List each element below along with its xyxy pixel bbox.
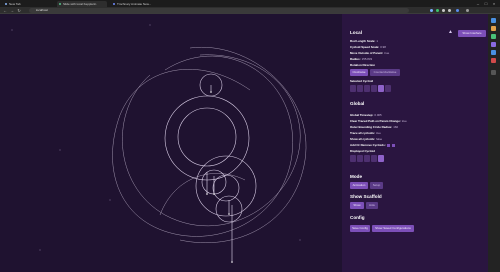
config-heading: Config — [350, 215, 365, 220]
global-heading: Global — [350, 101, 365, 106]
star-dot — [11, 29, 13, 31]
displayed-cycloid-label: Displayed Cycloid — [350, 149, 375, 153]
reload-icon[interactable]: ↻ — [16, 7, 22, 14]
profile-avatar[interactable] — [456, 9, 459, 12]
param-clear-traced-path: Clear Traced Path on Param Change:true — [350, 119, 407, 123]
sidebar-app-icon[interactable] — [491, 58, 496, 63]
counterclockwise-button[interactable]: Counterclockwise — [370, 69, 400, 76]
sidebar-app-icon[interactable] — [491, 42, 496, 47]
maximize-icon[interactable]: □ — [482, 0, 490, 7]
cycloid-select-1[interactable] — [350, 85, 356, 92]
cycloid-select-4[interactable] — [371, 85, 377, 92]
sidebar-app-icon[interactable] — [491, 26, 496, 31]
extension-icon[interactable] — [436, 9, 439, 12]
setup-mode-button[interactable]: Setup — [370, 182, 383, 189]
param-global-timestep: Global Timestep:0.005 — [350, 113, 382, 117]
save-config-button[interactable]: Save Config — [350, 225, 370, 232]
param-radius: Radius:155.833 — [350, 57, 373, 61]
displayed-cycloid-1[interactable] — [350, 155, 356, 162]
traced-path — [112, 55, 293, 237]
displayed-cycloid-3[interactable] — [364, 155, 370, 162]
pen-point — [231, 261, 233, 263]
clockwise-button[interactable]: Clockwise — [350, 69, 368, 76]
pen-point — [210, 91, 212, 93]
animation-mode-button[interactable]: Animation — [350, 182, 368, 189]
scaffold-circle — [212, 174, 240, 202]
extension-icon[interactable] — [442, 9, 445, 12]
hide-scaffold-button[interactable]: Hide — [366, 202, 378, 209]
menu-icon[interactable] — [466, 9, 469, 12]
cycloid-select-3[interactable] — [364, 85, 370, 92]
triangle-icon: ▲ — [448, 29, 453, 35]
show-saved-configs-button[interactable]: Show Saved Configurations — [372, 225, 414, 232]
add-icon[interactable] — [491, 70, 496, 75]
tab-label: Slide with local Kepplerin — [63, 2, 97, 6]
tab-favicon-icon — [5, 3, 7, 5]
param-rod-length: Rod Length Scale:1 — [350, 39, 378, 43]
star-dot — [299, 239, 301, 241]
cycloid-select-5[interactable] — [378, 85, 384, 92]
sidebar-app-icon[interactable] — [491, 50, 496, 55]
displayed-cycloid-4[interactable] — [371, 155, 377, 162]
local-heading: Local — [350, 30, 362, 35]
tab-favicon-icon — [59, 3, 61, 5]
cycloid-drawing — [11, 24, 307, 263]
extension-icon[interactable] — [448, 9, 451, 12]
param-move-outside: Move Outside of Parent:true — [350, 51, 390, 55]
param-cycloid-speed: Cycloid Speed Scale:0.98 — [350, 45, 386, 49]
browser-side-panel — [488, 14, 500, 272]
tab-favicon-icon — [113, 3, 115, 5]
star-dot — [39, 249, 41, 251]
minimize-icon[interactable]: – — [474, 0, 482, 7]
selected-cycloid-label: Selected Cycloid — [350, 79, 374, 83]
remove-cycloid-icon[interactable] — [392, 143, 396, 147]
star-dot — [149, 24, 151, 26]
param-show-all: Show all cycloids:false — [350, 137, 383, 141]
url-text: localhost — [36, 8, 48, 12]
show-interface-button[interactable]: Show Interface — [458, 30, 486, 37]
cycloid-canvas[interactable] — [0, 14, 342, 272]
param-rotation-direction: Rotation Direction — [350, 63, 376, 67]
add-cycloid-icon[interactable] — [387, 143, 391, 147]
scaffold-circle — [164, 95, 250, 181]
star-dot — [59, 149, 61, 151]
displayed-cycloid-5[interactable] — [378, 155, 384, 162]
extension-icon[interactable] — [430, 9, 433, 12]
close-window-icon[interactable]: × — [490, 0, 498, 7]
back-icon[interactable]: ← — [2, 7, 8, 14]
scaffold-circle — [195, 155, 257, 217]
cycloid-select-2[interactable] — [357, 85, 363, 92]
sidebar-app-icon[interactable] — [491, 34, 496, 39]
browser-toolbar: ← → ↻ localhost — [0, 7, 500, 14]
cycloid-select-6[interactable] — [385, 85, 391, 92]
traced-path — [179, 46, 307, 244]
show-scaffold-heading: Show Scaffold — [350, 194, 382, 199]
forward-icon[interactable]: → — [9, 7, 15, 14]
param-trace-all: Trace all cycloids:true — [350, 131, 381, 135]
displayed-cycloid-2[interactable] — [357, 155, 363, 162]
address-bar[interactable]: localhost — [29, 8, 409, 13]
star-dot — [109, 199, 111, 201]
show-scaffold-button[interactable]: Show — [350, 202, 364, 209]
pen-point — [228, 213, 230, 215]
param-add-remove: Add Or Remove Cycloids: — [350, 143, 396, 147]
param-outer-bounding-radius: Outer Bounding Circle Radius:160 — [350, 125, 399, 129]
tab-label: Trochnary Animate New... — [117, 2, 152, 6]
pen-point — [206, 193, 208, 195]
scaffold-circle — [177, 107, 237, 167]
browser-tab-bar: New Tab Slide with local Kepplerin Troch… — [0, 0, 500, 7]
control-sidebar: ▲ Show Interface Local Rod Length Scale:… — [342, 14, 488, 272]
mode-heading: Mode — [350, 174, 362, 179]
pen-point — [213, 193, 215, 195]
tab-label: New Tab — [9, 2, 21, 6]
sidebar-app-icon[interactable] — [491, 18, 496, 23]
